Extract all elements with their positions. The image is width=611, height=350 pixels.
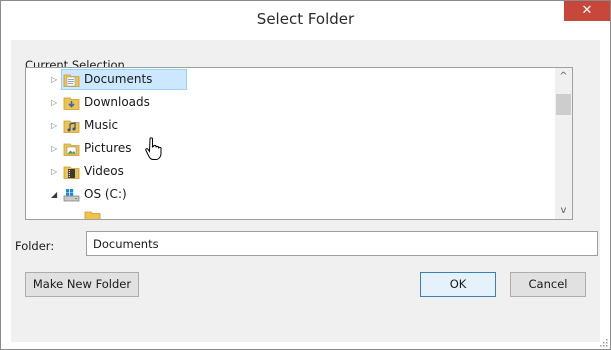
cancel-button[interactable]: Cancel <box>510 272 586 297</box>
expand-arrow-icon[interactable]: ▷ <box>51 167 60 177</box>
tree-item-pictures[interactable]: ▷ Pictures <box>26 138 546 160</box>
tree-item-music[interactable]: ▷ Music <box>26 115 546 137</box>
downloads-folder-icon <box>63 97 80 110</box>
folder-name-input[interactable] <box>86 231 598 256</box>
documents-folder-icon <box>63 74 80 87</box>
folder-icon <box>84 211 101 219</box>
close-icon: ✕ <box>581 3 593 18</box>
hand-cursor-icon <box>145 137 162 160</box>
collapse-arrow-icon[interactable]: ◢ <box>51 190 60 200</box>
tree-item-partial[interactable] <box>26 207 546 219</box>
tree-item-videos[interactable]: ▷ Videos <box>26 161 546 183</box>
tree-item-label: Pictures <box>84 141 132 155</box>
make-new-folder-button[interactable]: Make New Folder <box>25 272 139 297</box>
close-button[interactable]: ✕ <box>564 1 610 21</box>
tree-item-os-drive[interactable]: ◢ OS (C:) <box>26 184 546 206</box>
expand-arrow-icon[interactable]: ▷ <box>51 98 60 108</box>
tree-item-downloads[interactable]: ▷ Downloads <box>26 92 546 114</box>
scroll-thumb[interactable] <box>556 94 571 115</box>
tree-item-label: Music <box>84 118 119 132</box>
expand-arrow-icon[interactable]: ▷ <box>51 75 60 85</box>
dialog-title: Select Folder <box>256 10 355 28</box>
music-folder-icon <box>63 120 80 133</box>
pictures-folder-icon <box>63 143 80 156</box>
tree-item-label: OS (C:) <box>84 187 127 201</box>
folder-field-label: Folder: <box>15 239 55 253</box>
title-bar[interactable]: Select Folder ✕ <box>1 1 610 40</box>
videos-folder-icon <box>63 166 80 179</box>
scroll-up-icon[interactable]: ^ <box>555 68 572 85</box>
folder-tree[interactable]: ▷ Documents ▷ Downloads ▷ Music ▷ Pictur… <box>25 67 573 220</box>
drive-icon <box>63 189 80 202</box>
ok-button[interactable]: OK <box>420 272 496 297</box>
scroll-down-icon[interactable]: v <box>555 202 572 219</box>
tree-scrollbar[interactable]: ^ v <box>555 68 572 219</box>
tree-item-label: Downloads <box>84 95 150 109</box>
tree-item-label: Documents <box>84 72 153 86</box>
expand-arrow-icon[interactable]: ▷ <box>51 144 60 154</box>
select-folder-dialog: Select Folder ✕ Current Selection ▷ Docu… <box>0 0 611 350</box>
resize-grip-icon[interactable] <box>598 337 608 347</box>
expand-arrow-icon[interactable]: ▷ <box>51 121 60 131</box>
tree-item-label: Videos <box>84 164 124 178</box>
tree-item-documents[interactable]: ▷ Documents <box>26 69 546 91</box>
